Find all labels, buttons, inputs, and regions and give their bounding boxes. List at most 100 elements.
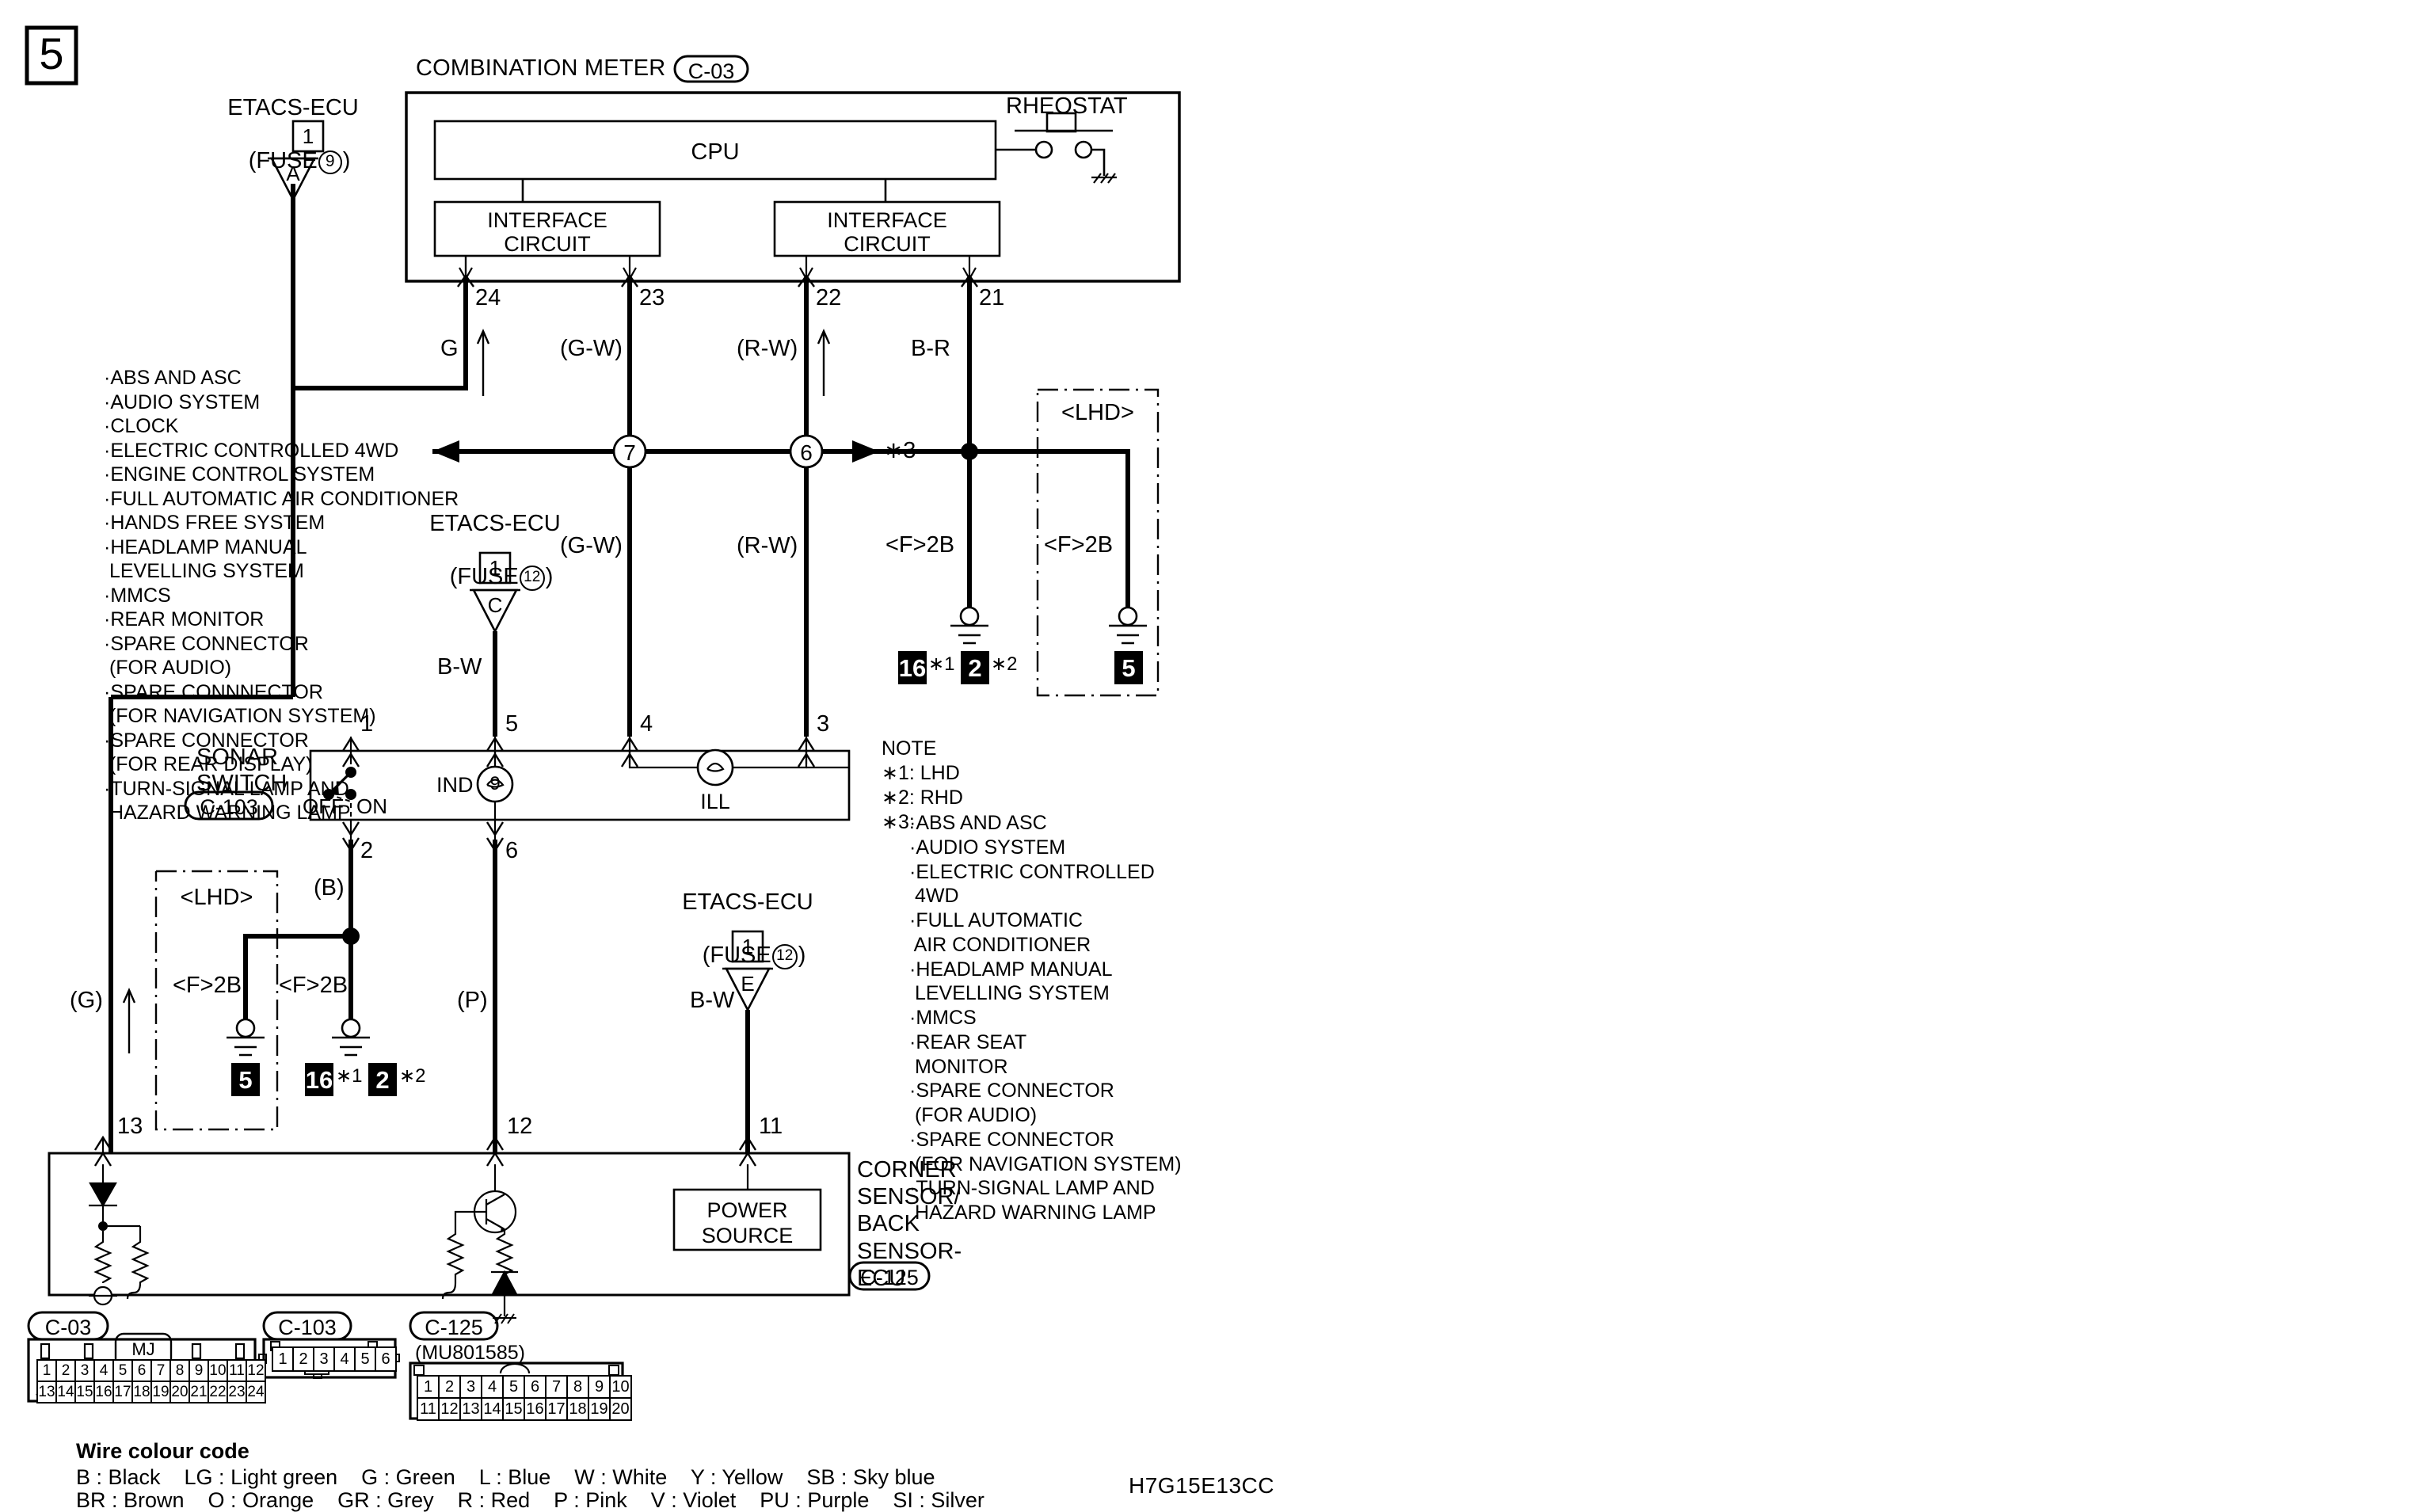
connector-pin-cell: 6 xyxy=(131,1359,152,1382)
connector-pin-cell: 13 xyxy=(459,1397,482,1421)
ground-code-16-lower: 16 xyxy=(305,1066,333,1094)
ground-f2b-label-3: <F>2B xyxy=(173,973,242,998)
connector-pin-cell: 20 xyxy=(609,1397,632,1421)
connector-pin-cell: 5 xyxy=(354,1346,376,1372)
ecu-pin-11: 11 xyxy=(759,1114,783,1139)
connector-pin-cell: 20 xyxy=(169,1381,190,1403)
connector-c125-tag: C-125 xyxy=(425,1316,483,1339)
ground-note-16-upper: ∗1 xyxy=(928,653,955,675)
connector-pin-cell: 21 xyxy=(189,1381,209,1403)
sonar-switch-connector-tag: C-103 xyxy=(200,795,258,819)
sonar-pin-3: 3 xyxy=(817,711,830,737)
ground-note-2-upper: ∗2 xyxy=(991,653,1018,675)
sonar-pin-4: 4 xyxy=(640,711,653,737)
sonar-switch-off-label: OFF xyxy=(303,794,344,818)
connector-pin-cell: 16 xyxy=(524,1397,547,1421)
connector-pin-cell: 2 xyxy=(55,1359,76,1382)
connector-c125-sub: (MU801585) xyxy=(415,1342,525,1364)
meter-pin-22: 22 xyxy=(816,285,842,310)
connector-c103-tag: C-103 xyxy=(278,1316,337,1339)
wire-label-gw-top: (G-W) xyxy=(560,336,623,361)
wire-label-p: (P) xyxy=(457,988,488,1013)
sonar-switch-on-label: ON xyxy=(356,794,387,818)
wire-label-rw-top: (R-W) xyxy=(737,336,798,361)
connector-pin-cell: 14 xyxy=(481,1397,504,1421)
ground-code-2-lower: 2 xyxy=(375,1066,390,1094)
connector-pin-cell: 11 xyxy=(227,1359,247,1382)
connector-pin-cell: 12 xyxy=(438,1397,461,1421)
ecu-pin-12: 12 xyxy=(507,1114,533,1139)
rheostat-label: RHEOSTAT xyxy=(1006,93,1128,119)
connector-pin-row: 123456 xyxy=(272,1346,397,1372)
connector-pin-cell: 5 xyxy=(502,1375,525,1399)
connector-pin-row: 11 12 13 14 15 16 17 18 19 20 xyxy=(417,1397,632,1421)
wire-label-b: (B) xyxy=(314,875,345,901)
fuse-a-paren-open: ( xyxy=(248,148,257,174)
fuse-a-paren-close: ) xyxy=(342,148,351,174)
meter-pin-21: 21 xyxy=(979,285,1005,310)
meter-pin-23: 23 xyxy=(639,285,665,310)
lhd-label-lower: <LHD> xyxy=(180,885,253,910)
sonar-switch-title: SONAR SWITCH xyxy=(196,745,288,797)
fuse-a-num-circle: 9 xyxy=(318,150,342,174)
power-source-label: POWER SOURCE xyxy=(701,1198,794,1248)
connector-pin-cell: 19 xyxy=(588,1397,611,1421)
interface-circuit-right-label: INTERFACE CIRCUIT xyxy=(827,208,947,257)
diagram-code: H7G15E13CC xyxy=(1129,1473,1274,1498)
legend-row-1: B : Black LG : Light green G : Green L :… xyxy=(76,1465,935,1489)
ground-f2b-label-2: <F>2B xyxy=(1044,532,1114,558)
ground-code-5-lower: 5 xyxy=(238,1066,253,1094)
ground-f2b-label-4: <F>2B xyxy=(279,973,348,998)
meter-pin-24: 24 xyxy=(475,285,501,310)
connector-pin-cell: 11 xyxy=(417,1397,440,1421)
connector-pin-cell: 10 xyxy=(208,1359,228,1382)
ground-f2b-label-1: <F>2B xyxy=(885,532,955,558)
legend-title: Wire colour code xyxy=(76,1439,249,1463)
ground-note-2-lower: ∗2 xyxy=(399,1065,426,1087)
connector-pin-cell: 6 xyxy=(524,1375,547,1399)
note-title: NOTE xyxy=(882,737,937,760)
connector-c125-grid: 1 2 3 4 5 6 7 8 9 10 11 12 13 14 15 16 17 18 19 20 xyxy=(417,1375,632,1421)
sonar-pin-6: 6 xyxy=(505,838,519,863)
connector-pin-cell: 16 xyxy=(93,1381,114,1403)
connector-pin-cell: 22 xyxy=(208,1381,228,1403)
wiring-diagram-page: 5 COMBINATION METER C-03 CPU INTERFACE C… xyxy=(0,0,2426,1512)
note-item-1: ∗1: LHD xyxy=(882,762,960,784)
connector-pin-cell: 10 xyxy=(609,1375,632,1399)
connector-pin-cell: 18 xyxy=(566,1397,589,1421)
ind-label: IND xyxy=(436,773,474,797)
connector-pin-cell: 8 xyxy=(566,1375,589,1399)
connector-c103-grid: 123456 xyxy=(272,1346,397,1372)
wire-label-g: G xyxy=(440,336,459,361)
connector-pin-cell: 1 xyxy=(272,1346,294,1372)
ind-number: 9 xyxy=(489,773,501,794)
wire-label-rw-mid: (R-W) xyxy=(737,533,798,558)
combination-meter-title: COMBINATION METER xyxy=(416,55,666,81)
fuse-e-paren-open: ( xyxy=(702,943,710,969)
fuse-a-pin: 1 xyxy=(302,124,314,148)
connector-pin-cell: 9 xyxy=(189,1359,209,1382)
connector-pin-cell: 19 xyxy=(150,1381,171,1403)
fuse-e-paren-close: ) xyxy=(798,943,806,969)
connector-pin-row: 1 2 3 4 5 6 7 8 9 10 xyxy=(417,1375,632,1399)
ground-code-2-upper: 2 xyxy=(968,654,982,682)
fuse-c-pin: 1 xyxy=(489,556,501,580)
legend-row-2: BR : Brown O : Orange GR : Grey R : Red … xyxy=(76,1488,984,1512)
interface-circuit-left-label: INTERFACE CIRCUIT xyxy=(487,208,607,257)
connector-c03-grid: 1 2 3 4 5 6 7 8 9 10 11 12 13 14 15 16 17 18 19 20 21 22 23 24 xyxy=(36,1359,266,1403)
connector-pin-cell: 6 xyxy=(375,1346,397,1372)
connector-pin-cell: 5 xyxy=(112,1359,133,1382)
splice-7: 7 xyxy=(623,440,636,465)
connector-pin-cell: 15 xyxy=(74,1381,95,1403)
connector-c03-tag: C-03 xyxy=(44,1316,92,1339)
combination-meter-connector-tag: C-03 xyxy=(687,59,735,83)
note-star3-list: ·ABS AND ASC ·AUDIO SYSTEM ·ELECTRIC CON… xyxy=(909,812,1182,1224)
wire-label-bw-low: B-W xyxy=(690,988,735,1013)
connector-c03-key-label: MJ xyxy=(131,1339,155,1359)
connector-pin-cell: 17 xyxy=(112,1381,133,1403)
connector-pin-cell: 4 xyxy=(333,1346,356,1372)
sonar-pin-1: 1 xyxy=(360,711,374,737)
fuse-e-num-circle: 12 xyxy=(771,943,798,969)
connector-pin-cell: 24 xyxy=(246,1381,266,1403)
sonar-pin-5: 5 xyxy=(505,711,519,737)
